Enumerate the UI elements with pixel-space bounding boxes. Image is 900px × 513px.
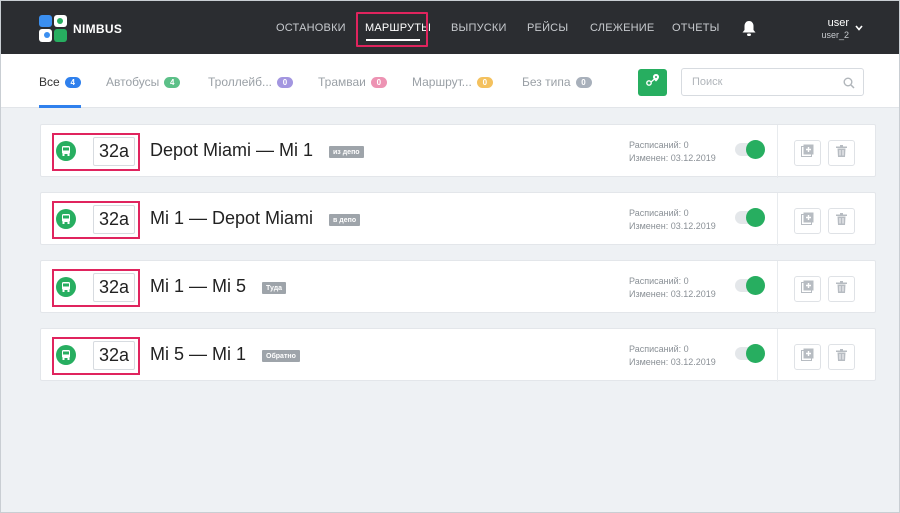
add-route-button[interactable] (638, 69, 667, 96)
user-name: user (827, 17, 849, 29)
divider (777, 329, 778, 382)
schedules-count: Расписаний: 0 (629, 276, 689, 286)
route-number: 32a (93, 137, 135, 166)
route-number: 32a (93, 273, 135, 302)
nav-stops[interactable]: ОСТАНОВКИ (276, 1, 346, 54)
tab-label: Маршрут... (412, 75, 472, 89)
bus-icon (56, 345, 76, 365)
schedules-count: Расписаний: 0 (629, 140, 689, 150)
tab-trolleybuses[interactable]: Троллейб... 0 (208, 74, 293, 90)
copy-route-button[interactable] (794, 140, 821, 166)
tab-minibuses[interactable]: Маршрут... 0 (412, 74, 493, 90)
chevron-down-icon[interactable] (855, 23, 863, 33)
tab-label: Троллейб... (208, 75, 272, 89)
bus-icon (56, 209, 76, 229)
modified-date: Изменен: 03.12.2019 (629, 221, 716, 231)
tab-untyped[interactable]: Без типа 0 (522, 74, 592, 90)
route-direction-tag: из депо (329, 146, 364, 158)
bus-icon (56, 277, 76, 297)
tab-all[interactable]: Все 4 (39, 74, 81, 90)
search-input[interactable] (692, 69, 842, 95)
count-badge: 0 (370, 76, 387, 88)
divider (777, 125, 778, 178)
delete-route-button[interactable] (828, 208, 855, 234)
route-enabled-toggle[interactable] (735, 276, 765, 295)
count-badge: 0 (575, 76, 592, 88)
route-name[interactable]: Mi 1 — Mi 5 (150, 276, 246, 297)
route-number: 32a (93, 341, 135, 370)
search-icon[interactable] (843, 76, 855, 94)
count-badge: 4 (164, 76, 181, 88)
route-name[interactable]: Depot Miami — Mi 1 (150, 140, 313, 161)
copy-add-icon (801, 212, 814, 230)
route-meta: Расписаний: 0 Изменен: 03.12.2019 (629, 207, 716, 233)
count-badge: 0 (476, 76, 493, 88)
user-menu[interactable]: user user_2 (819, 17, 849, 41)
copy-add-icon (801, 280, 814, 298)
modified-date: Изменен: 03.12.2019 (629, 357, 716, 367)
top-navbar: NIMBUS ОСТАНОВКИ МАРШРУТЫ ВЫПУСКИ РЕЙСЫ … (1, 1, 899, 54)
active-tab-underline (39, 105, 81, 108)
copy-add-icon (801, 144, 814, 162)
nav-trips[interactable]: РЕЙСЫ (527, 1, 568, 54)
route-direction-tag: в депо (329, 214, 361, 226)
route-card[interactable]: 32a Mi 1 — Mi 5 Туда Расписаний: 0 Измен… (40, 260, 876, 314)
trash-icon (836, 212, 847, 230)
divider (777, 193, 778, 246)
tab-label: Без типа (522, 75, 571, 89)
route-meta: Расписаний: 0 Изменен: 03.12.2019 (629, 275, 716, 301)
copy-route-button[interactable] (794, 344, 821, 370)
route-enabled-toggle[interactable] (735, 140, 765, 159)
delete-route-button[interactable] (828, 344, 855, 370)
route-direction-tag: Обратно (262, 350, 300, 362)
schedules-count: Расписаний: 0 (629, 208, 689, 218)
count-badge: 0 (277, 76, 293, 88)
route-name[interactable]: Mi 1 — Depot Miami (150, 208, 313, 229)
app-name: NIMBUS (73, 21, 123, 36)
schedules-count: Расписаний: 0 (629, 344, 689, 354)
app-logo[interactable]: NIMBUS (39, 15, 122, 42)
search-box (681, 68, 864, 96)
route-enabled-toggle[interactable] (735, 344, 765, 363)
trash-icon (836, 280, 847, 298)
nav-tracking[interactable]: СЛЕЖЕНИЕ (590, 1, 654, 54)
delete-route-button[interactable] (828, 276, 855, 302)
route-number: 32a (93, 205, 135, 234)
count-badge: 4 (64, 76, 81, 88)
copy-add-icon (801, 348, 814, 366)
route-meta: Расписаний: 0 Изменен: 03.12.2019 (629, 139, 716, 165)
route-card[interactable]: 32a Mi 1 — Depot Miami в депо Расписаний… (40, 192, 876, 246)
tab-buses[interactable]: Автобусы 4 (106, 74, 181, 90)
nav-reports[interactable]: ОТЧЕТЫ (672, 1, 720, 54)
bus-icon (56, 141, 76, 161)
route-card[interactable]: 32a Depot Miami — Mi 1 из депо Расписани… (40, 124, 876, 178)
route-enabled-toggle[interactable] (735, 208, 765, 227)
route-meta: Расписаний: 0 Изменен: 03.12.2019 (629, 343, 716, 369)
tab-trams[interactable]: Трамваи 0 (318, 74, 387, 90)
copy-route-button[interactable] (794, 276, 821, 302)
route-card[interactable]: 32a Mi 5 — Mi 1 Обратно Расписаний: 0 Из… (40, 328, 876, 382)
tab-label: Все (39, 75, 60, 89)
trash-icon (836, 348, 847, 366)
tab-label: Трамваи (318, 75, 366, 89)
copy-route-button[interactable] (794, 208, 821, 234)
trash-icon (836, 144, 847, 162)
nav-highlight-box (356, 12, 428, 47)
nav-releases[interactable]: ВЫПУСКИ (451, 1, 507, 54)
modified-date: Изменен: 03.12.2019 (629, 289, 716, 299)
delete-route-button[interactable] (828, 140, 855, 166)
modified-date: Изменен: 03.12.2019 (629, 153, 716, 163)
route-name[interactable]: Mi 5 — Mi 1 (150, 344, 246, 365)
bell-icon[interactable] (741, 20, 757, 37)
user-id: user_2 (821, 30, 849, 40)
logo-icon (39, 15, 67, 42)
divider (777, 261, 778, 314)
tab-label: Автобусы (106, 75, 160, 89)
route-add-icon (645, 73, 661, 92)
route-direction-tag: Туда (262, 282, 287, 294)
